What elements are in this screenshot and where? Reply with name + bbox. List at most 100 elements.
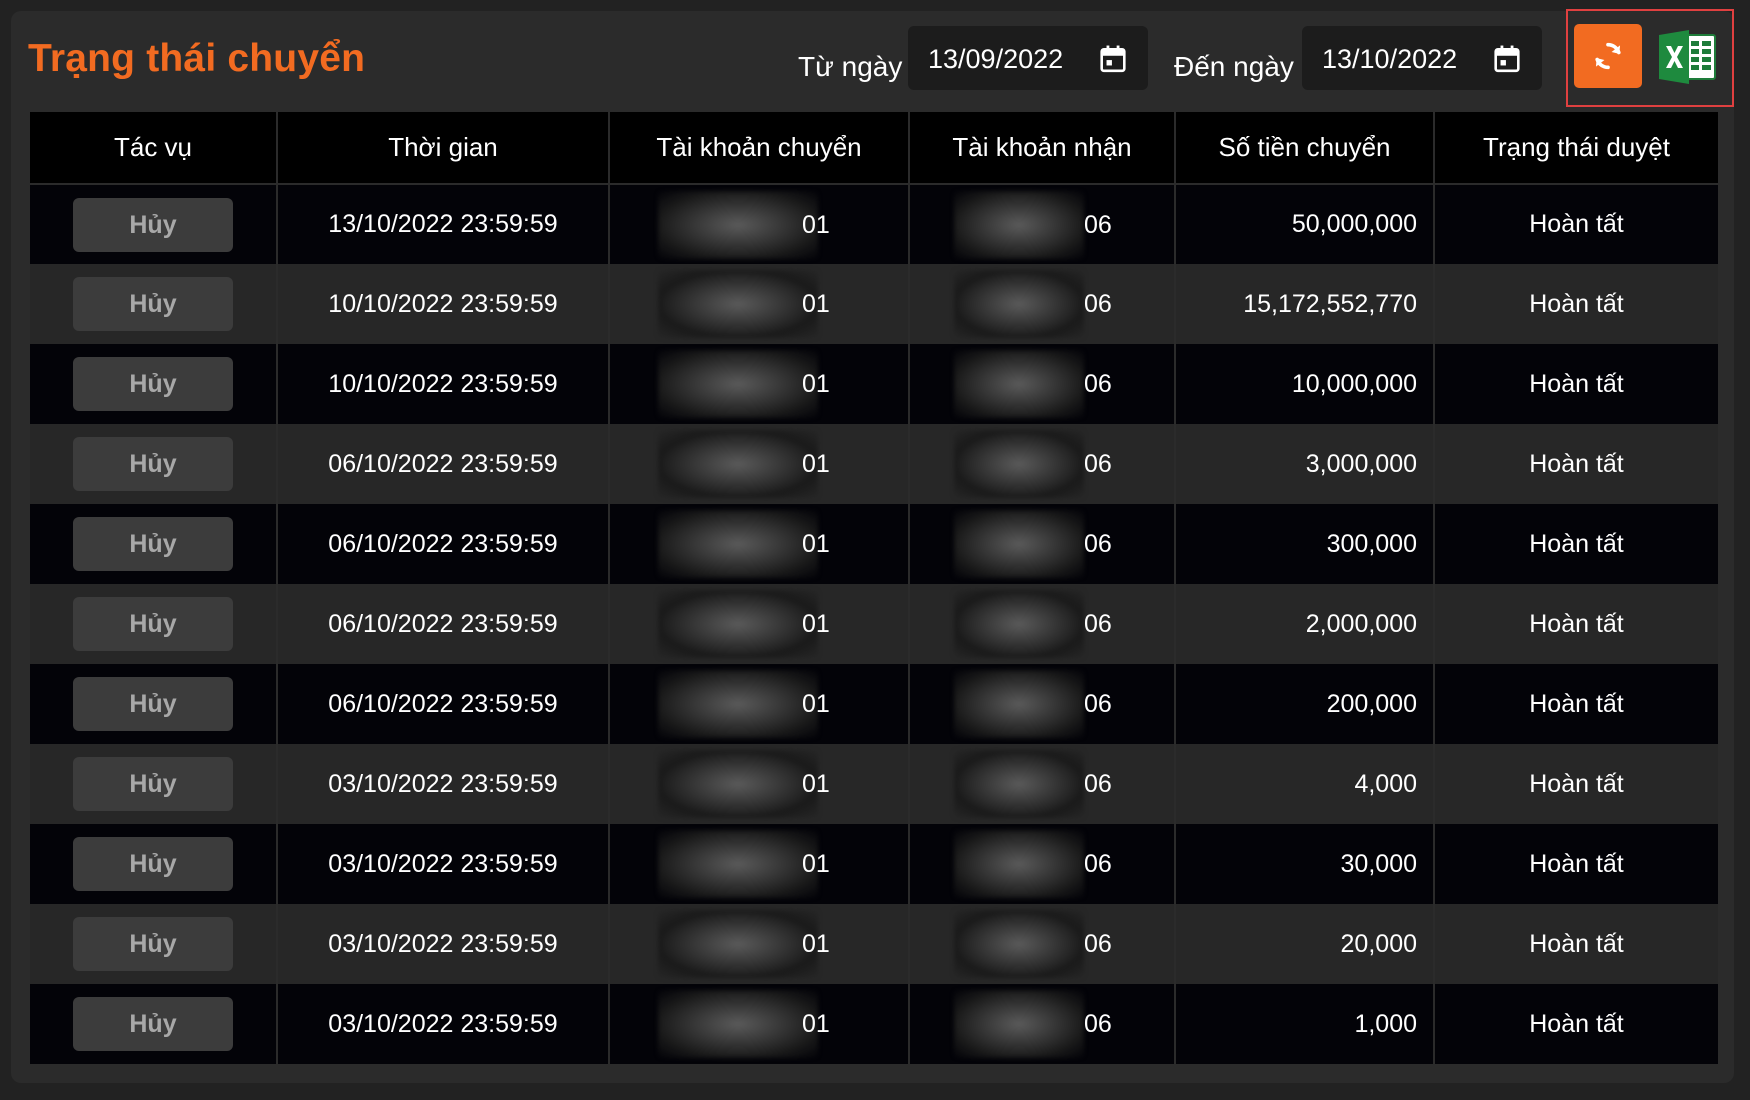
action-cell: Hủy: [30, 424, 278, 504]
from-account-suffix: 01: [802, 690, 830, 718]
redacted-account-number: [954, 670, 1084, 738]
column-header-from-account[interactable]: Tài khoản chuyển: [609, 112, 910, 185]
header-bar: Trạng thái chuyển Từ ngày 13/09/2022 Đến…: [11, 9, 1734, 113]
redacted-account-number: [954, 830, 1084, 898]
to-account-cell: 06: [909, 824, 1176, 904]
redacted-account-number: [954, 350, 1084, 418]
table-row: Hủy 06/10/2022 23:59:59 01 06 300,000 Hoàn tấ…: [30, 504, 1720, 584]
to-account-suffix: 06: [1084, 211, 1112, 239]
from-account-cell: 01: [609, 504, 910, 584]
amount-cell: 15,172,552,770: [1175, 264, 1435, 344]
action-cell: Hủy: [30, 904, 278, 984]
status-cell: Hoàn tất: [1434, 664, 1720, 744]
redacted-account-number: [954, 590, 1084, 658]
excel-icon[interactable]: [1657, 29, 1717, 85]
from-account-cell: 01: [609, 984, 910, 1064]
status-cell: Hoàn tất: [1434, 344, 1720, 424]
redacted-account-number: [658, 510, 818, 578]
table-row: Hủy 03/10/2022 23:59:59 01 06 30,000 Hoàn tất: [30, 824, 1720, 904]
to-account-cell: 06: [909, 504, 1176, 584]
to-account-cell: 06: [909, 264, 1176, 344]
amount-cell: 20,000: [1175, 904, 1435, 984]
action-cell: Hủy: [30, 264, 278, 344]
status-cell: Hoàn tất: [1434, 424, 1720, 504]
from-account-cell: 01: [609, 824, 910, 904]
amount-cell: 50,000,000: [1175, 184, 1435, 264]
calendar-icon[interactable]: [1100, 45, 1126, 73]
redacted-account-number: [954, 990, 1084, 1058]
cancel-button[interactable]: Hủy: [73, 597, 233, 651]
time-cell: 13/10/2022 23:59:59: [277, 184, 610, 264]
status-cell: Hoàn tất: [1434, 264, 1720, 344]
status-cell: Hoàn tất: [1434, 824, 1720, 904]
transfers-table: Tác vụ Thời gian Tài khoản chuyển Tài kh…: [30, 112, 1720, 1064]
action-cell: Hủy: [30, 504, 278, 584]
column-header-status[interactable]: Trạng thái duyệt: [1434, 112, 1720, 185]
from-account-suffix: 01: [802, 450, 830, 478]
from-account-cell: 01: [609, 424, 910, 504]
time-cell: 10/10/2022 23:59:59: [277, 344, 610, 424]
from-account-cell: 01: [609, 584, 910, 664]
to-date-label: Đến ngày: [1174, 51, 1294, 82]
to-account-cell: 06: [909, 744, 1176, 824]
from-account-suffix: 01: [802, 930, 830, 958]
table-row: Hủy 13/10/2022 23:59:59 01 06 50,000,000 Hoàn…: [30, 184, 1720, 264]
cancel-button[interactable]: Hủy: [73, 757, 233, 811]
to-account-cell: 06: [909, 904, 1176, 984]
table-row: Hủy 06/10/2022 23:59:59 01 06 2,000,000 Hoàn …: [30, 584, 1720, 664]
from-date-picker[interactable]: 13/09/2022: [908, 26, 1148, 90]
time-cell: 06/10/2022 23:59:59: [277, 664, 610, 744]
redacted-account-number: [658, 590, 818, 658]
table-row: Hủy 03/10/2022 23:59:59 01 06 1,000 Hoàn tất: [30, 984, 1720, 1064]
amount-cell: 30,000: [1175, 824, 1435, 904]
cancel-button[interactable]: Hủy: [73, 357, 233, 411]
column-header-time[interactable]: Thời gian: [277, 112, 610, 185]
from-account-cell: 01: [609, 664, 910, 744]
to-account-cell: 06: [909, 984, 1176, 1064]
amount-cell: 2,000,000: [1175, 584, 1435, 664]
cancel-button[interactable]: Hủy: [73, 917, 233, 971]
cancel-button[interactable]: Hủy: [73, 837, 233, 891]
transfer-status-panel: Trạng thái chuyển Từ ngày 13/09/2022 Đến…: [11, 9, 1734, 1083]
column-header-action[interactable]: Tác vụ: [30, 112, 278, 185]
redacted-account-number: [954, 750, 1084, 818]
redacted-account-number: [954, 191, 1084, 259]
cancel-button[interactable]: Hủy: [73, 517, 233, 571]
cancel-button[interactable]: Hủy: [73, 197, 233, 252]
amount-cell: 200,000: [1175, 664, 1435, 744]
redacted-account-number: [658, 350, 818, 418]
from-account-suffix: 01: [802, 211, 830, 239]
from-date-value: 13/09/2022: [928, 44, 1064, 74]
table-row: Hủy 06/10/2022 23:59:59 01 06 200,000 Hoàn tấ…: [30, 664, 1720, 744]
cancel-button[interactable]: Hủy: [73, 677, 233, 731]
amount-cell: 3,000,000: [1175, 424, 1435, 504]
action-cell: Hủy: [30, 584, 278, 664]
refresh-button[interactable]: [1574, 24, 1642, 88]
table-row: Hủy 10/10/2022 23:59:59 01 06 10,000,000 Hoàn…: [30, 344, 1720, 424]
from-account-cell: 01: [609, 744, 910, 824]
status-cell: Hoàn tất: [1434, 584, 1720, 664]
status-cell: Hoàn tất: [1434, 984, 1720, 1064]
cancel-button[interactable]: Hủy: [73, 997, 233, 1051]
calendar-icon[interactable]: [1494, 45, 1520, 73]
from-account-cell: 01: [609, 904, 910, 984]
column-header-amount[interactable]: Số tiền chuyển: [1175, 112, 1435, 185]
cancel-button[interactable]: Hủy: [73, 437, 233, 491]
time-cell: 10/10/2022 23:59:59: [277, 264, 610, 344]
to-date-picker[interactable]: 13/10/2022: [1302, 26, 1542, 90]
table-row: Hủy 03/10/2022 23:59:59 01 06 20,000 Hoàn tất: [30, 904, 1720, 984]
cancel-button[interactable]: Hủy: [73, 277, 233, 331]
from-account-suffix: 01: [802, 850, 830, 878]
amount-cell: 300,000: [1175, 504, 1435, 584]
redacted-account-number: [658, 990, 818, 1058]
time-cell: 06/10/2022 23:59:59: [277, 424, 610, 504]
to-account-suffix: 06: [1084, 770, 1112, 798]
to-account-suffix: 06: [1084, 930, 1112, 958]
time-cell: 03/10/2022 23:59:59: [277, 744, 610, 824]
to-account-suffix: 06: [1084, 370, 1112, 398]
redacted-account-number: [658, 430, 818, 498]
time-cell: 03/10/2022 23:59:59: [277, 824, 610, 904]
from-account-cell: 01: [609, 264, 910, 344]
to-account-cell: 06: [909, 184, 1176, 264]
column-header-to-account[interactable]: Tài khoản nhận: [909, 112, 1176, 185]
